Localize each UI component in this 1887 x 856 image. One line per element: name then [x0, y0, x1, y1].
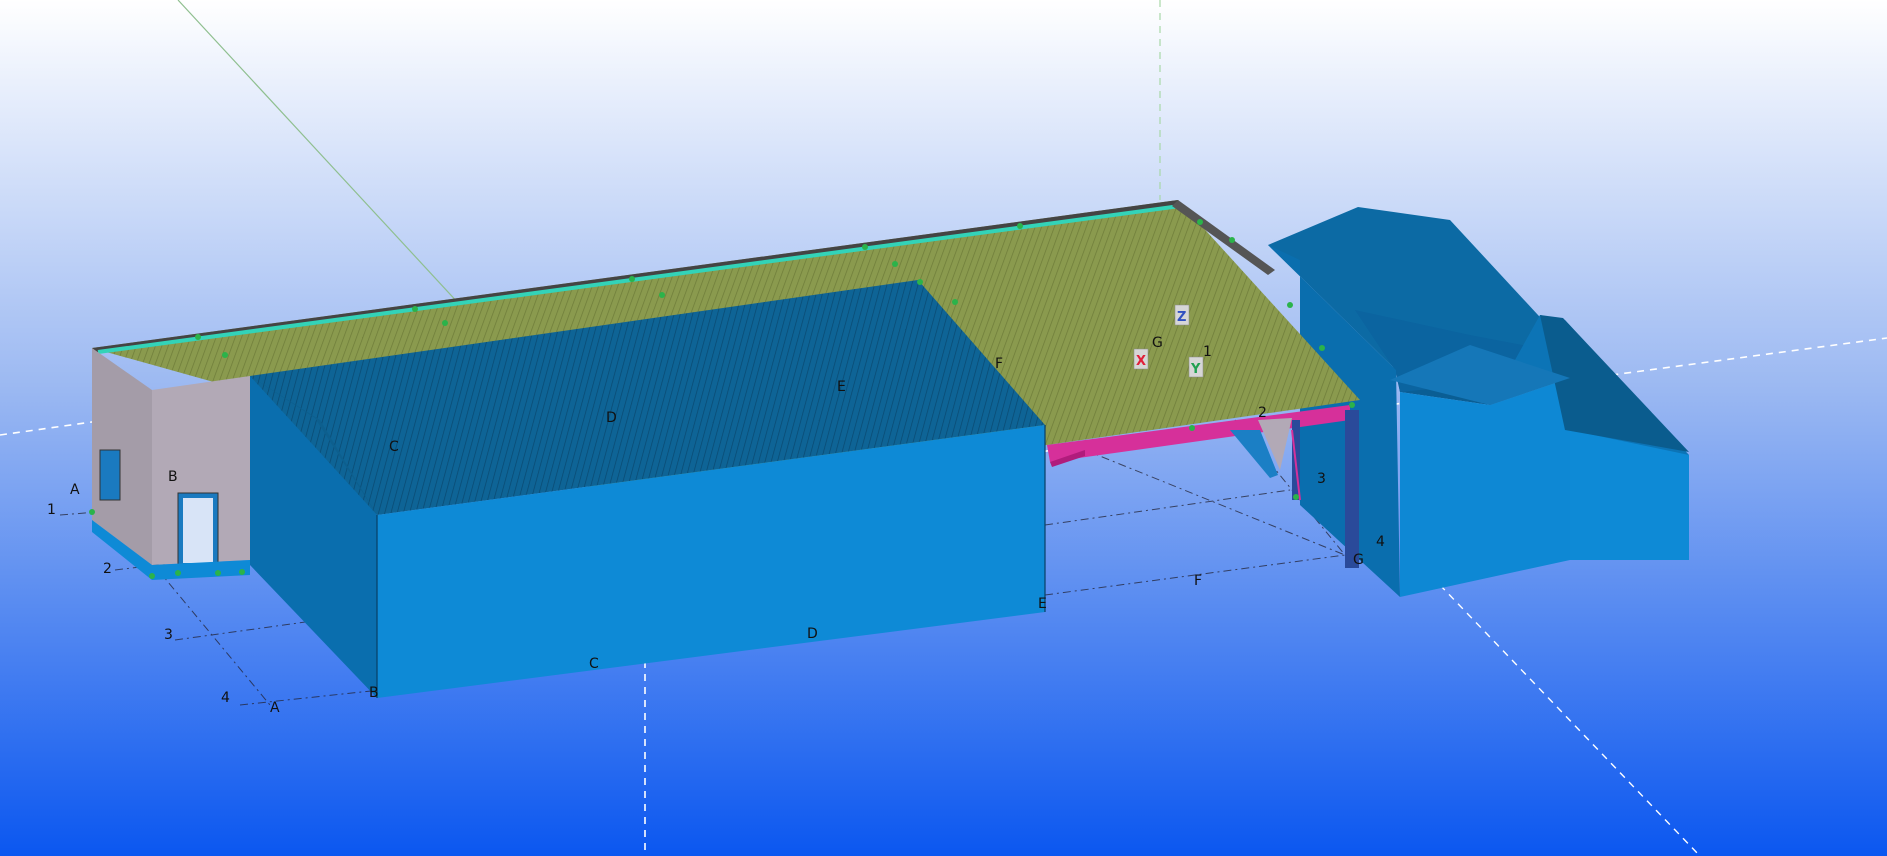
grid-label-roof-d: D — [606, 410, 617, 426]
grid-label-roof-e: E — [837, 379, 846, 395]
grid-label-bottom-e: E — [1038, 596, 1047, 612]
grid-label-bottom-b: B — [369, 685, 379, 701]
model-viewport[interactable]: A B 1 2 3 4 A B C D E F G C D E F G 1 2 … — [0, 0, 1887, 856]
grid-label-left-a: A — [70, 482, 80, 498]
3d-model-scene[interactable]: A B 1 2 3 4 A B C D E F G C D E F G 1 2 … — [0, 0, 1887, 856]
grid-label-bottom-a: A — [270, 700, 280, 716]
grid-label-bottom-g: G — [1353, 552, 1364, 568]
axis-z-label: Z — [1177, 310, 1186, 325]
grid-label-left-3: 3 — [164, 627, 173, 643]
grid-label-right-3: 3 — [1317, 471, 1326, 487]
grid-label-bottom-d: D — [807, 626, 818, 642]
grid-label-left-4: 4 — [221, 690, 230, 706]
axis-x-label: X — [1136, 354, 1146, 369]
grid-label-left-2: 2 — [103, 561, 112, 577]
grid-label-left-b: B — [168, 469, 178, 485]
grid-label-left-1: 1 — [47, 502, 56, 518]
grid-label-roof-f: F — [995, 356, 1003, 372]
axis-y-label: Y — [1190, 362, 1201, 377]
grid-label-roof-c: C — [389, 439, 399, 455]
grid-label-right-2: 2 — [1258, 405, 1267, 421]
grid-label-bottom-c: C — [589, 656, 599, 672]
grid-label-bottom-f: F — [1194, 573, 1202, 589]
axis-z-marker[interactable]: Z — [1174, 304, 1190, 326]
grid-label-right-1: 1 — [1203, 344, 1212, 360]
grid-label-right-4: 4 — [1376, 534, 1385, 550]
axis-y-marker[interactable]: Y — [1188, 356, 1204, 378]
grid-label-roof-g: G — [1152, 335, 1163, 351]
axis-x-marker[interactable]: X — [1133, 348, 1149, 370]
